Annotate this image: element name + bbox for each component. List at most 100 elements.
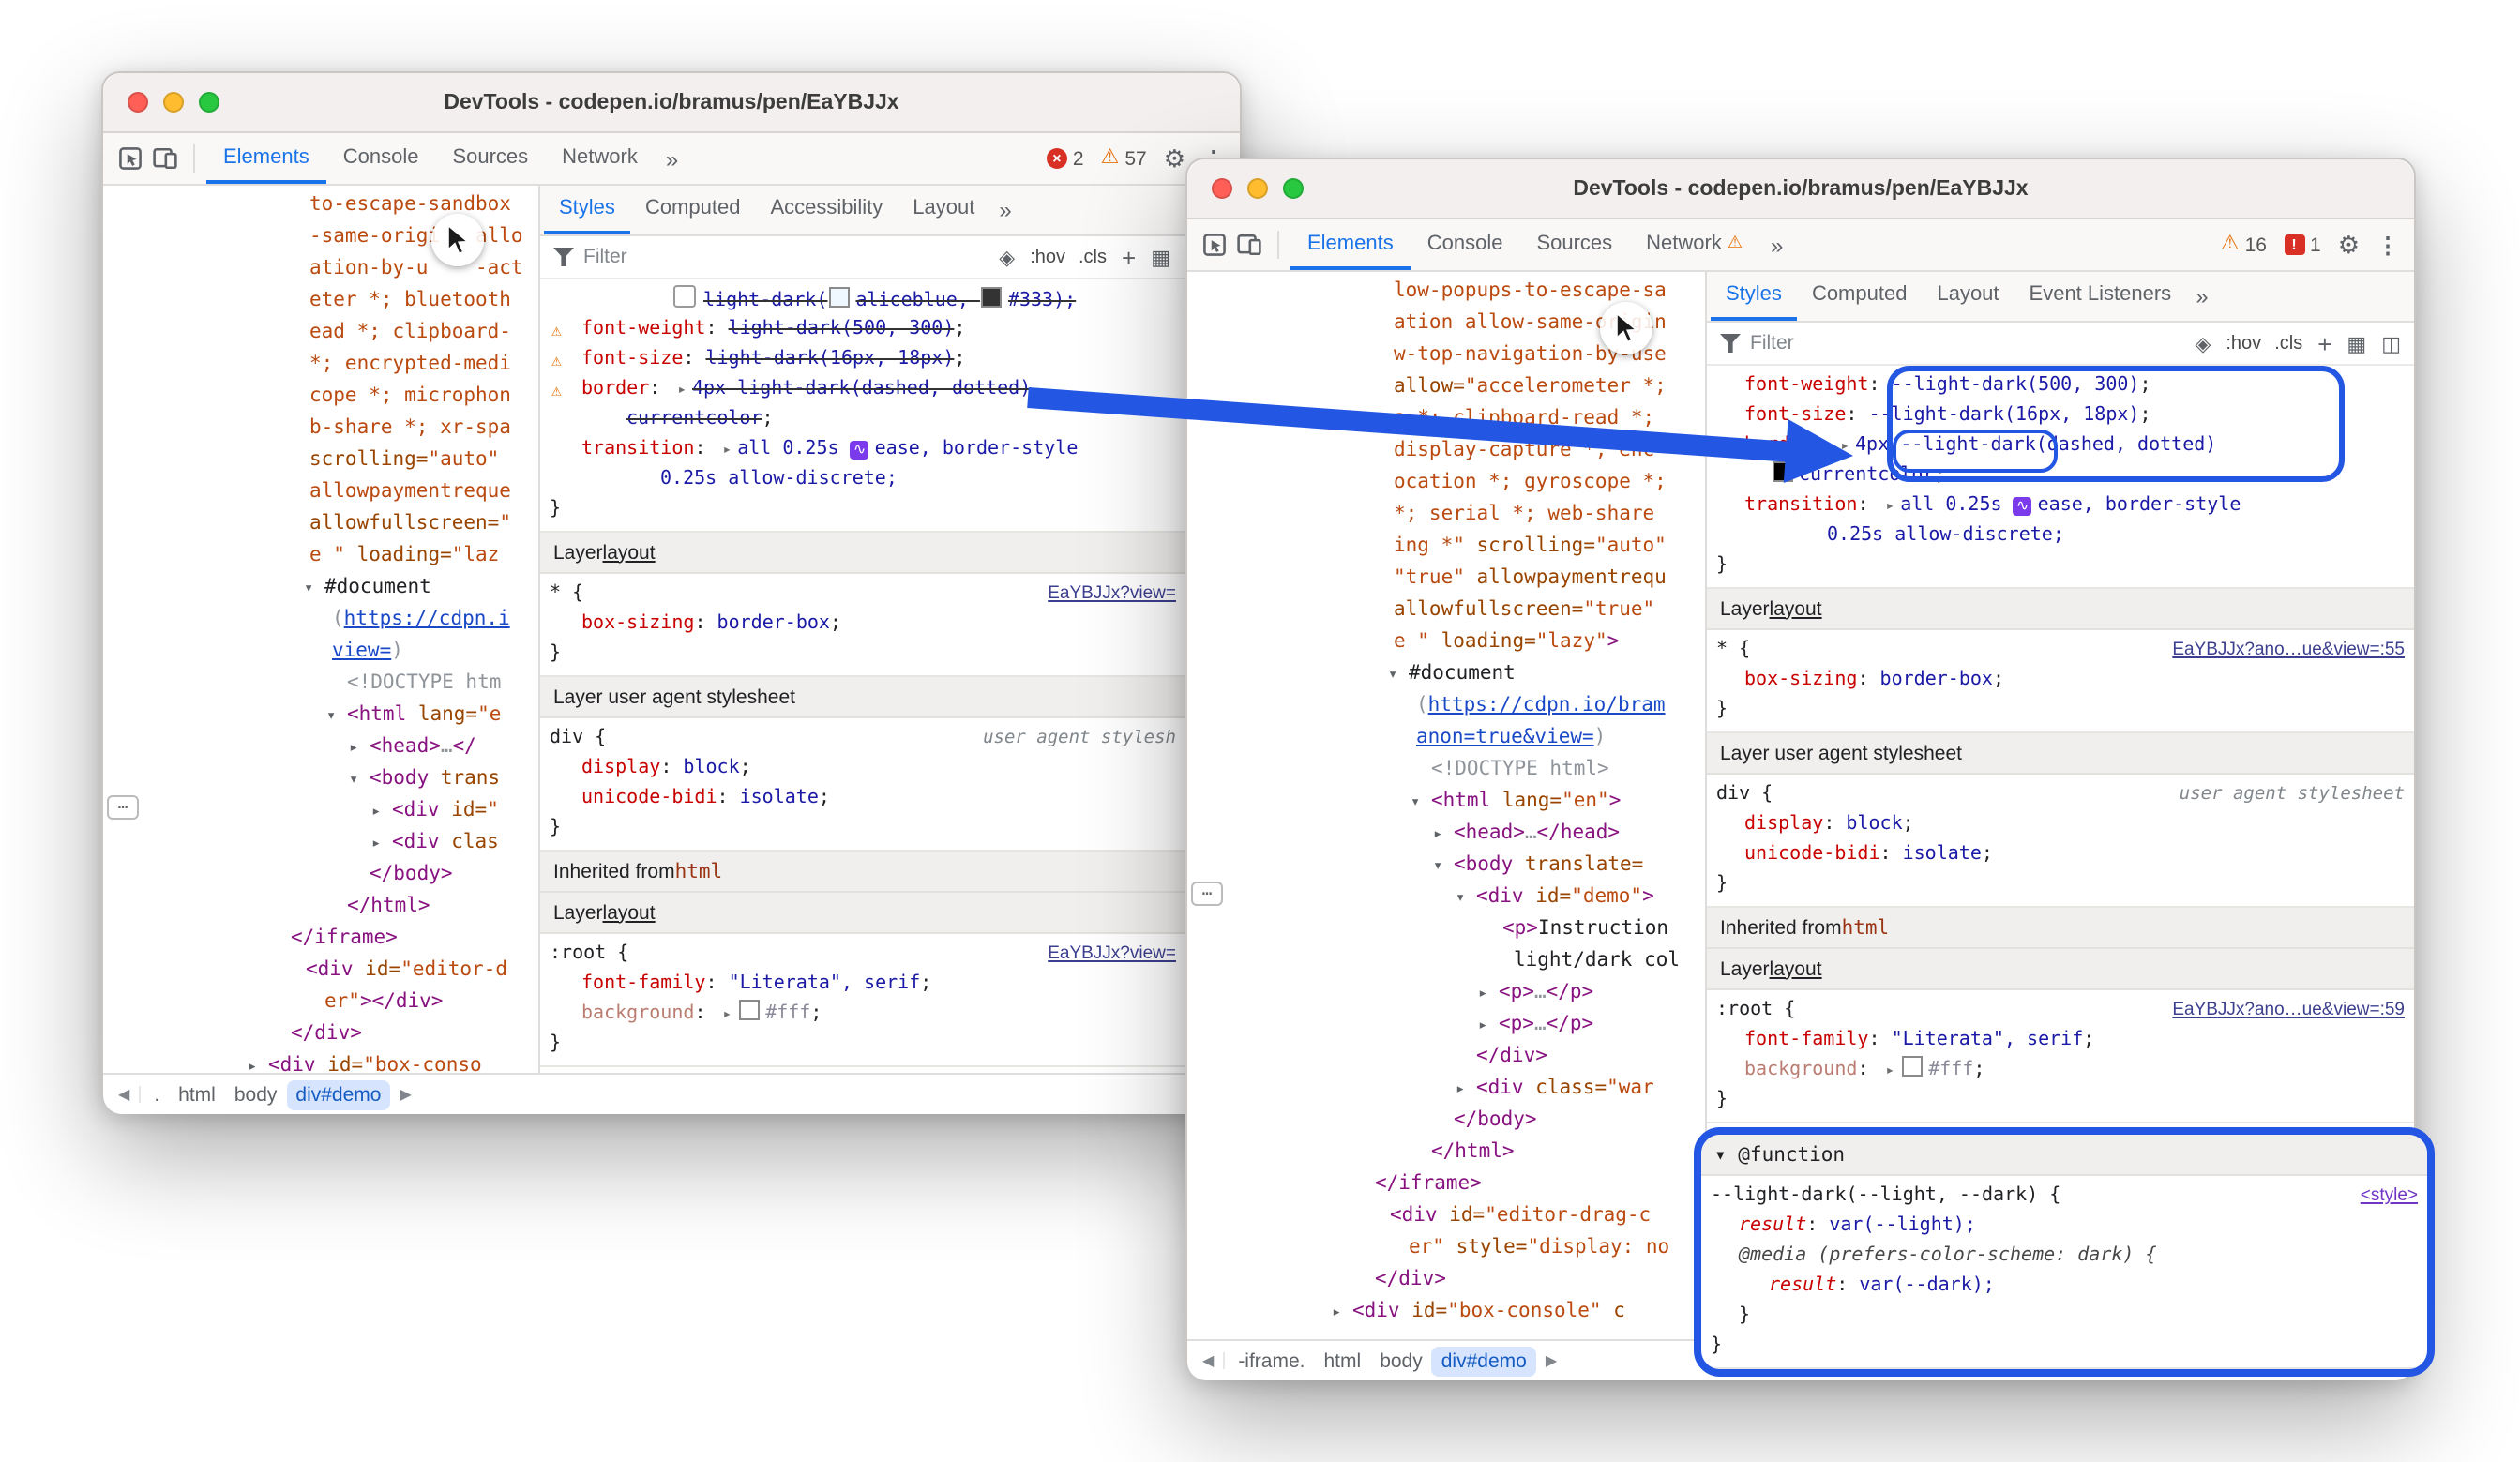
crumb-body[interactable]: body [225, 1079, 287, 1109]
dom-line[interactable]: </div> [1187, 1041, 1705, 1073]
dom-line[interactable]: eter *; bluetooth [103, 285, 538, 317]
style-line[interactable]: ⚠font-weight: light-dark(500, 300); [540, 315, 1240, 345]
tab-console[interactable]: Console [1411, 219, 1520, 270]
dom-line[interactable]: <div id="editor-d [103, 955, 538, 987]
color-swatch[interactable] [739, 1000, 760, 1020]
kebab-menu-icon[interactable]: ⋮ [2377, 234, 2399, 256]
dom-line[interactable]: <!DOCTYPE htm [103, 668, 538, 700]
badge-warning[interactable]: ⚠57 [1101, 147, 1147, 170]
dom-line[interactable]: <p>Instruction [1187, 913, 1705, 945]
dom-line[interactable]: </html> [1187, 1137, 1705, 1168]
more-tabs-icon[interactable]: » [655, 133, 689, 184]
dom-line[interactable]: *; serial *; web-share [1187, 499, 1705, 531]
style-line[interactable]: } [540, 1030, 1240, 1060]
declaration-checkbox[interactable] [673, 285, 696, 308]
style-line[interactable]: } [540, 495, 1240, 525]
dom-line[interactable]: "true" allowpaymentrequ [1187, 563, 1705, 595]
style-line[interactable]: ⚠border: ▸4px light-dark(dashed, dotted) [540, 375, 1240, 405]
tree-caret-icon[interactable]: ▸ [1478, 979, 1499, 1011]
dom-line[interactable]: </body> [1187, 1105, 1705, 1137]
stylesheet-source-link[interactable]: EaYBJJx?view= [1048, 940, 1176, 970]
bezier-icon[interactable]: ∿ [2014, 497, 2032, 516]
close-button[interactable] [1212, 178, 1232, 199]
style-line[interactable]: font-size: --light-dark(16px, 18px); [1707, 401, 2414, 431]
tree-caret-icon[interactable]: ▾ [1388, 660, 1409, 692]
dom-line[interactable]: ▸<div id=" [103, 795, 538, 827]
crumb-[interactable]: . [144, 1079, 169, 1109]
dom-line[interactable]: <!DOCTYPE html> [1187, 754, 1705, 786]
dom-line[interactable]: <div id="editor-drag-c [1187, 1200, 1705, 1232]
tab-sources[interactable]: Sources [1519, 219, 1629, 270]
more-sidebar-tabs-icon[interactable]: » [2186, 272, 2217, 321]
color-swatch[interactable] [829, 287, 850, 308]
device-toolbar-icon[interactable] [1236, 219, 1262, 270]
device-toolbar-icon[interactable] [152, 133, 178, 184]
sidebar-tab-styles[interactable]: Styles [1711, 272, 1797, 321]
titlebar[interactable]: DevTools - codepen.io/bramus/pen/EaYBJJx [1187, 159, 2414, 219]
tree-caret-icon[interactable]: ▾ [1456, 883, 1476, 915]
dom-line[interactable]: ▸<head>…</ [103, 731, 538, 763]
crumb-scroll-right-icon[interactable]: ▶ [1536, 1352, 1566, 1369]
crumb-html[interactable]: html [169, 1079, 225, 1109]
dom-line[interactable]: ▸<div id="box-conso [103, 1050, 538, 1073]
style-line[interactable]: background: ▸#fff; [1707, 1056, 2414, 1086]
dom-line[interactable]: ▸<head>…</head> [1187, 818, 1705, 850]
style-line[interactable]: } [1707, 696, 2414, 726]
more-actions-badge[interactable]: … [1191, 882, 1223, 906]
dom-line[interactable]: ing *" scrolling="auto" [1187, 531, 1705, 563]
style-line[interactable]: result: var(--dark); [1701, 1272, 2427, 1302]
style-line[interactable]: result: var(--light); [1701, 1212, 2427, 1242]
tree-caret-icon[interactable]: ▸ [349, 733, 370, 765]
stylesheet-source-link[interactable]: EaYBJJx?ano…ue&view=:59 [2172, 996, 2405, 1026]
tree-caret-icon[interactable]: ▸ [1433, 820, 1454, 852]
titlebar[interactable]: DevTools - codepen.io/bramus/pen/EaYBJJx [103, 73, 1240, 133]
tree-caret-icon[interactable]: ▾ [1433, 852, 1454, 883]
style-line[interactable]: font-family: "Literata", serif; [1707, 1026, 2414, 1056]
style-line[interactable]: user agent styleshdiv { [540, 724, 1240, 754]
settings-icon[interactable]: ⚙ [2338, 233, 2360, 257]
grid-icon[interactable]: ▦ [2346, 331, 2366, 355]
dom-line[interactable]: cope *; microphon [103, 381, 538, 413]
tab-network[interactable]: Network⚠ [1629, 219, 1759, 270]
inspect-icon[interactable] [118, 133, 143, 184]
dom-line[interactable]: </iframe> [1187, 1168, 1705, 1200]
dom-line[interactable]: </div> [1187, 1264, 1705, 1296]
dom-line[interactable]: light/dark col [1187, 945, 1705, 977]
style-line[interactable]: EaYBJJx?ano…ue&view=:55* { [1707, 636, 2414, 666]
style-line[interactable]: <style>--light-dark(--light, --dark) { [1701, 1182, 2427, 1212]
dom-line[interactable]: </html> [103, 891, 538, 923]
crumb-div#demo[interactable]: div#demo [1432, 1346, 1536, 1376]
filter-toggle-hov[interactable]: :hov [1030, 247, 1065, 267]
minimize-button[interactable] [1247, 178, 1268, 199]
dom-line[interactable]: ▾#document [103, 572, 538, 604]
style-line[interactable]: box-sizing: border-box; [1707, 666, 2414, 696]
tab-elements[interactable]: Elements [1290, 219, 1411, 270]
tree-caret-icon[interactable]: ▾ [349, 765, 370, 797]
dom-line[interactable]: </div> [103, 1018, 538, 1050]
style-line[interactable]: unicode-bidi: isolate; [540, 784, 1240, 814]
close-button[interactable] [128, 92, 148, 113]
style-line[interactable]: currentcolor; [540, 405, 1240, 435]
minimize-button[interactable] [163, 92, 184, 113]
style-line[interactable]: 0.25s allow-discrete; [540, 465, 1240, 495]
badge-issue[interactable]: !1 [2284, 234, 2321, 256]
dom-line[interactable]: scrolling="auto" [103, 445, 538, 476]
stylesheet-source-link[interactable]: <style> [2361, 1182, 2418, 1212]
expand-icon[interactable]: ▸ [1886, 497, 1895, 514]
tree-caret-icon[interactable]: ▸ [1456, 1075, 1476, 1107]
new-style-rule-button[interactable]: + [1122, 243, 1136, 271]
dom-line[interactable]: allowfullscreen=" [103, 508, 538, 540]
crumb-html[interactable]: html [1315, 1346, 1371, 1376]
color-swatch[interactable] [982, 287, 1003, 308]
dom-line[interactable]: er"></div> [103, 987, 538, 1018]
sidebar-tab-accessibility[interactable]: Accessibility [755, 186, 898, 234]
badge-warning[interactable]: ⚠16 [2221, 234, 2267, 256]
style-line[interactable]: background: ▸#fff; [540, 1000, 1240, 1030]
filter-input[interactable]: Filter [583, 246, 627, 268]
crumb-scroll-left-icon[interactable]: ◀ [1193, 1352, 1225, 1369]
dom-line[interactable]: allowpaymentreque [103, 476, 538, 508]
style-line[interactable]: display: block; [1707, 810, 2414, 840]
inspect-icon[interactable] [1202, 219, 1227, 270]
style-line[interactable]: font-weight: --light-dark(500, 300); [1707, 371, 2414, 401]
style-line[interactable]: user agent stylesheetdiv { [1707, 780, 2414, 810]
